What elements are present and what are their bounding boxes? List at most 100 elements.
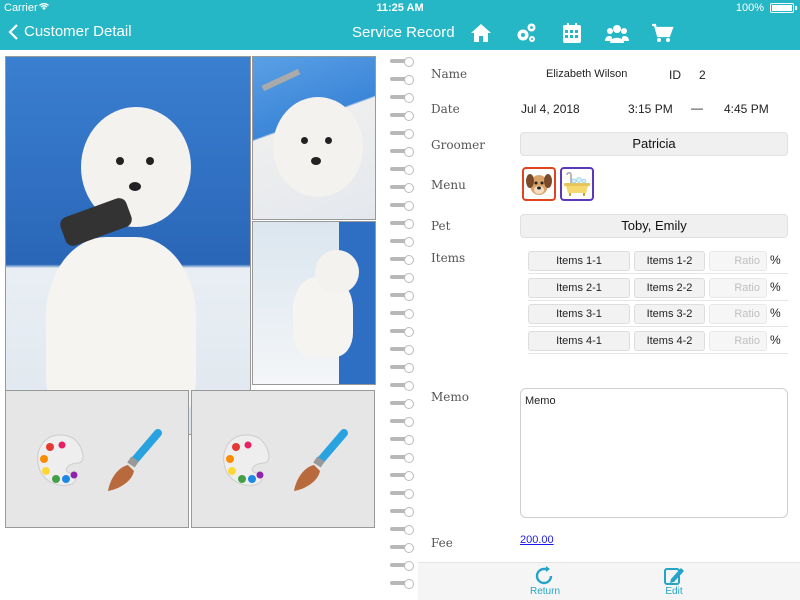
spiral-ring [390, 290, 416, 301]
dog-eye-shape [146, 157, 154, 165]
return-arrow-icon [535, 566, 553, 585]
calendar-icon[interactable] [560, 21, 584, 45]
pet-label: Pet [431, 219, 451, 233]
drawing-slot-1[interactable] [5, 390, 189, 528]
item-secondary-button[interactable]: Items 2-2 [634, 277, 705, 298]
items-label: Items [431, 251, 466, 265]
groomer-label: Groomer [431, 138, 485, 152]
item-primary-button[interactable]: Items 1-1 [528, 251, 630, 271]
dog-head-shape [315, 250, 359, 294]
drawing-slot-2[interactable] [191, 390, 375, 528]
percent-sign: % [770, 306, 781, 320]
spiral-ring [390, 110, 416, 121]
spiral-ring [390, 470, 416, 481]
spiral-ring [390, 56, 416, 67]
edit-pencil-icon [664, 568, 684, 585]
menu-bath-button[interactable] [560, 167, 594, 201]
paint-brush-icon [294, 429, 348, 491]
menu-label: Menu [431, 178, 466, 192]
spiral-ring [390, 362, 416, 373]
edit-button[interactable]: Edit [644, 566, 704, 600]
bottom-toolbar: Return Edit [418, 562, 800, 600]
spiral-ring [390, 128, 416, 139]
groomer-field[interactable]: Patricia [520, 132, 788, 156]
time-range-dash: — [691, 101, 703, 115]
dog-nose-shape [129, 182, 141, 191]
spiral-ring [390, 380, 416, 391]
spiral-ring [390, 542, 416, 553]
return-label: Return [529, 586, 560, 597]
page-title: Service Record [352, 24, 455, 41]
grooming-photo-middle[interactable] [252, 221, 376, 385]
edit-label: Edit [665, 586, 683, 597]
percent-sign: % [770, 332, 781, 347]
memo-textarea[interactable]: Memo [520, 388, 788, 518]
spiral-ring [390, 560, 416, 571]
id-value: 2 [699, 68, 706, 82]
grooming-photo-top[interactable] [252, 56, 376, 220]
chevron-left-icon [8, 23, 18, 40]
grooming-photo-main[interactable] [5, 56, 251, 435]
memo-label: Memo [431, 390, 469, 404]
fee-label: Fee [431, 536, 453, 550]
pet-field[interactable]: Toby, Emily [520, 214, 788, 238]
status-bar: Carrier 11:25 AM 100% [0, 0, 800, 16]
dog-eye-shape [325, 137, 332, 144]
item-row: Items 1-1 Items 1-2 Ratio% [528, 250, 788, 274]
ratio-input[interactable]: Ratio [709, 304, 767, 324]
clock-label: 11:25 AM [376, 2, 424, 14]
spiral-ring [390, 92, 416, 103]
dog-eye-shape [301, 137, 308, 144]
spiral-ring [390, 578, 416, 589]
return-button[interactable]: Return [515, 566, 575, 600]
users-group-icon[interactable] [605, 21, 629, 45]
start-time-value[interactable]: 3:15 PM [628, 102, 673, 116]
photo-panel [0, 50, 390, 600]
spiral-ring [390, 308, 416, 319]
navigation-bar: Customer Detail Service Record [0, 16, 800, 50]
spiral-ring [390, 272, 416, 283]
ratio-input[interactable]: Ratio [709, 330, 767, 351]
back-button[interactable]: Customer Detail [8, 23, 132, 40]
item-row: Items 3-1 Items 3-2 Ratio% [528, 303, 788, 327]
menu-grooming-button[interactable] [522, 167, 556, 201]
id-label: ID [669, 68, 681, 82]
spiral-ring [390, 200, 416, 211]
name-label: Name [431, 67, 468, 81]
item-secondary-button[interactable]: Items 3-2 [634, 304, 705, 324]
item-primary-button[interactable]: Items 3-1 [528, 304, 630, 324]
spiral-ring [390, 434, 416, 445]
back-button-label: Customer Detail [24, 23, 132, 40]
spiral-ring [390, 146, 416, 157]
date-label: Date [431, 102, 460, 116]
spiral-ring [390, 344, 416, 355]
home-icon[interactable] [469, 21, 493, 45]
spiral-ring [390, 182, 416, 193]
item-row: Items 2-1 Items 2-2 Ratio% [528, 277, 788, 301]
end-time-value[interactable]: 4:45 PM [724, 102, 769, 116]
date-value[interactable]: Jul 4, 2018 [521, 102, 580, 116]
top-bar: Carrier 11:25 AM 100% Customer Detail Se… [0, 0, 800, 50]
item-secondary-button[interactable]: Items 1-2 [634, 251, 705, 271]
dog-face-icon [526, 174, 552, 195]
spiral-ring [390, 236, 416, 247]
item-primary-button[interactable]: Items 2-1 [528, 277, 630, 298]
cart-icon[interactable] [650, 21, 674, 45]
scissors-shape [261, 68, 301, 92]
settings-gears-icon[interactable] [514, 21, 538, 45]
spiral-ring [390, 218, 416, 229]
item-primary-button[interactable]: Items 4-1 [528, 330, 630, 351]
dog-eye-shape [116, 157, 124, 165]
bathtub-icon [564, 171, 590, 196]
palette-icon [223, 434, 270, 486]
fee-link[interactable]: 200.00 [520, 534, 554, 546]
paint-brush-icon [108, 429, 162, 491]
spiral-ring [390, 506, 416, 517]
ratio-input[interactable]: Ratio [709, 277, 767, 298]
service-record-form: Name Elizabeth Wilson ID 2 Date Jul 4, 2… [418, 50, 800, 562]
item-secondary-button[interactable]: Items 4-2 [634, 330, 705, 351]
battery-percent: 100% [735, 2, 764, 14]
percent-sign: % [770, 279, 781, 294]
ratio-input[interactable]: Ratio [709, 251, 767, 271]
item-row: Items 4-1 Items 4-2 Ratio% [528, 330, 788, 354]
